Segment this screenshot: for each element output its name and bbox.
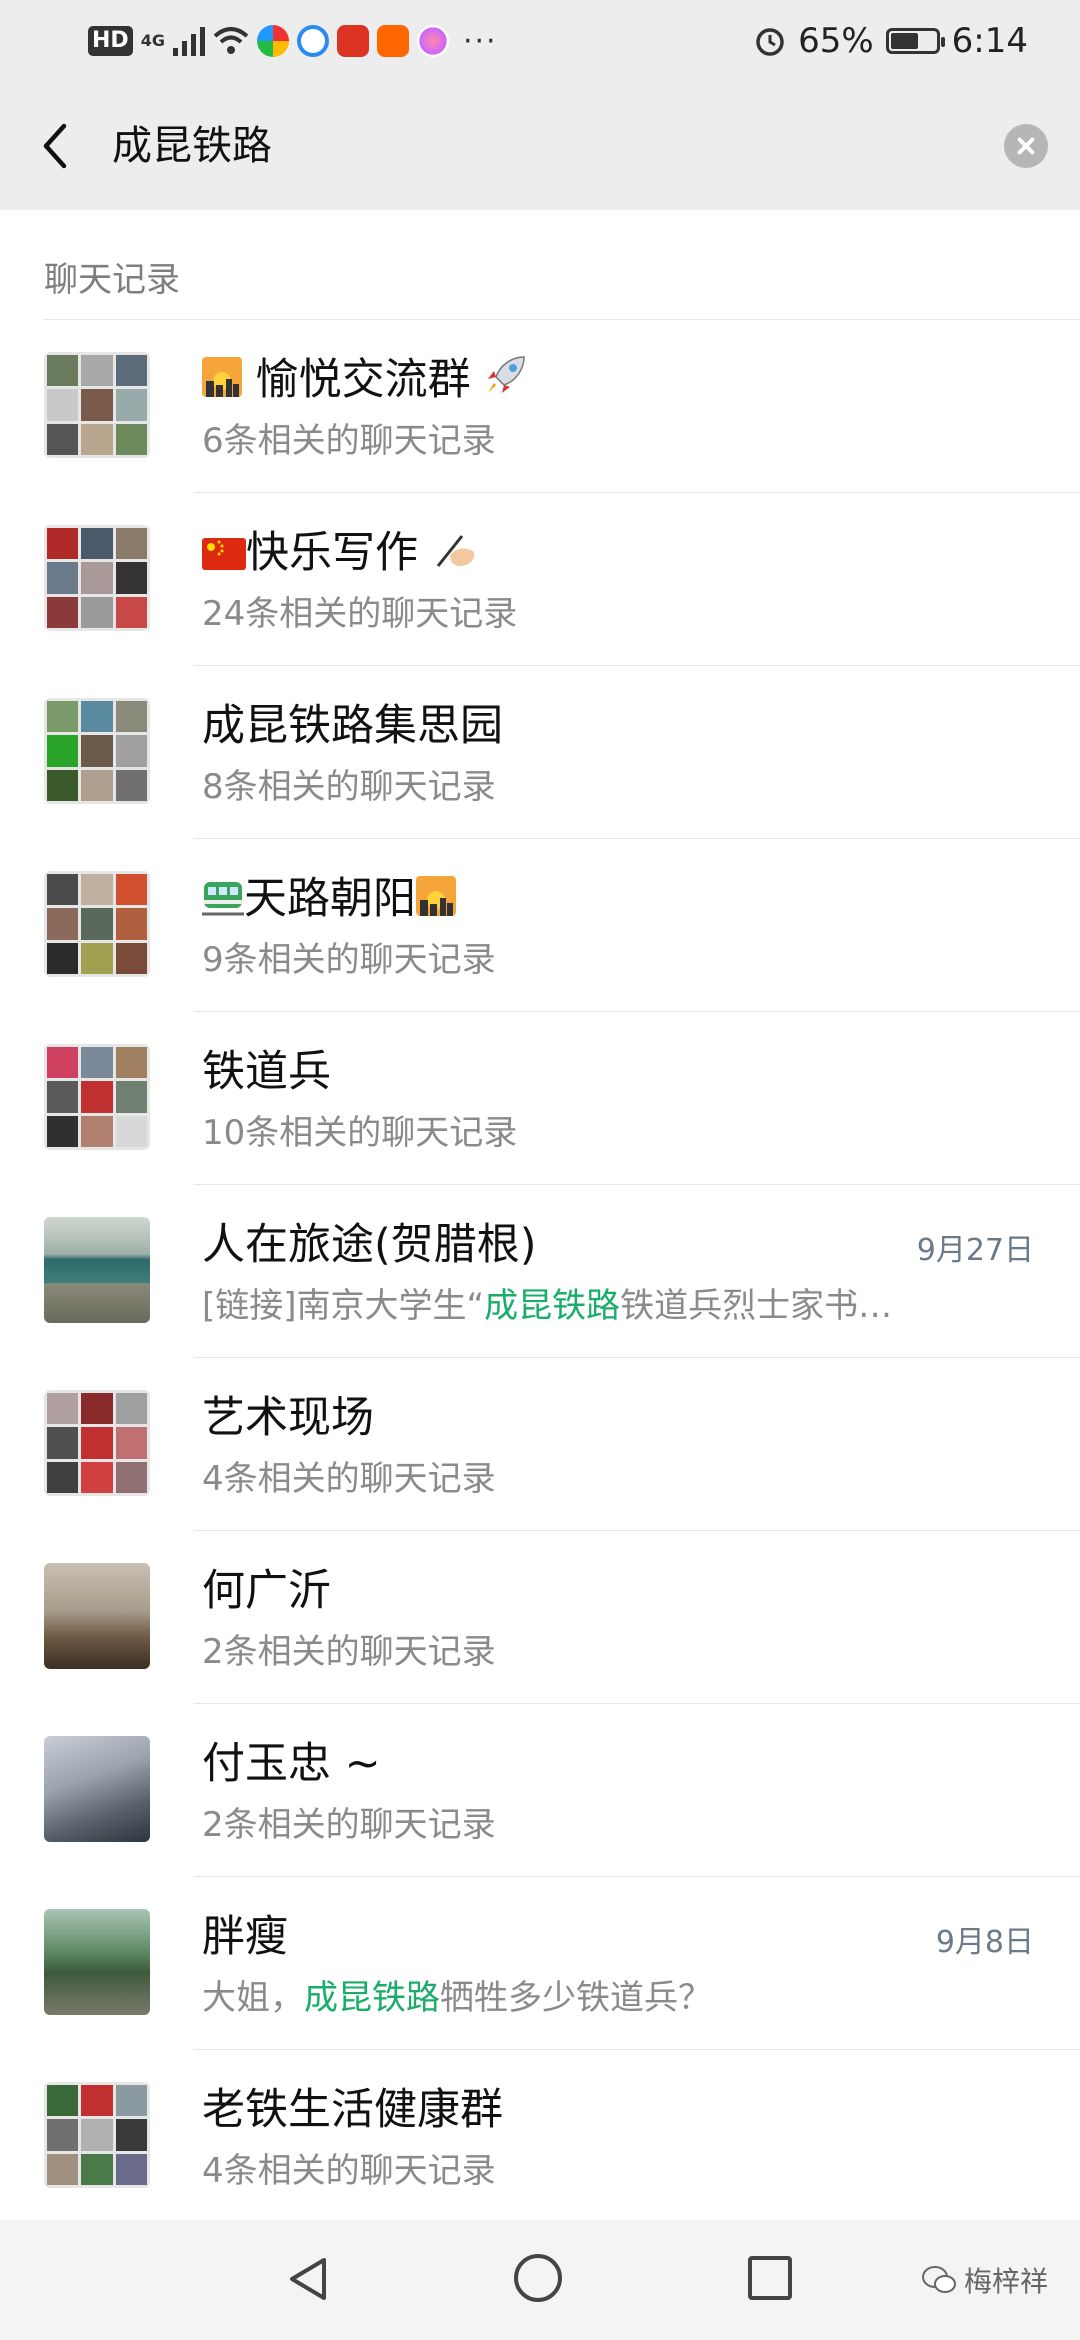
subtitle-prefix: [链接]南京大学生“ <box>202 1286 485 1326</box>
signal-icon <box>172 27 205 56</box>
list-item[interactable]: 付玉忠 ~ 2条相关的聊天记录 <box>0 1704 1080 1877</box>
clock: 6:14 <box>951 21 1028 61</box>
chat-name: 付玉忠 ~ <box>202 1739 381 1789</box>
list-item[interactable]: 何广沂 2条相关的聊天记录 <box>0 1531 1080 1704</box>
chat-subtitle: 4条相关的聊天记录 <box>202 2151 496 2191</box>
more-notifications: ··· <box>462 23 498 59</box>
clear-icon[interactable] <box>1004 124 1048 168</box>
sunrise-icon <box>416 872 456 932</box>
chat-subtitle: 6条相关的聊天记录 <box>202 421 496 461</box>
keyword-highlight: 成昆铁路 <box>304 1978 440 2018</box>
group-avatar <box>44 871 150 977</box>
list-item[interactable]: 艺术现场 4条相关的聊天记录 <box>0 1358 1080 1531</box>
list-item[interactable]: 愉悦交流群 6条相关的聊天记录 <box>0 320 1080 493</box>
status-left: HD 4G ··· <box>88 18 498 64</box>
contact-avatar <box>44 1736 150 1842</box>
wechat-icon <box>921 2266 956 2293</box>
battery-icon <box>885 28 945 54</box>
app-notification-icon-2 <box>296 25 329 57</box>
chat-name-text: 快乐写作 <box>246 528 418 578</box>
chat-name-text: 天路朝阳 <box>244 874 416 924</box>
chat-name: 快乐写作 <box>202 523 480 586</box>
keyword-highlight: 成昆铁路 <box>484 1286 621 1326</box>
chat-name: 老铁生活健康群 <box>202 2085 503 2135</box>
writing-hand-icon <box>432 526 480 586</box>
chat-subtitle: [链接]南京大学生“成昆铁路铁道兵烈士家书… <box>202 1283 892 1329</box>
contact-avatar <box>44 1217 150 1323</box>
battery-fill <box>890 33 918 49</box>
group-avatar <box>44 1390 150 1496</box>
subtitle-suffix: 牺牲多少铁道兵？ <box>440 1978 712 2018</box>
chat-subtitle: 2条相关的聊天记录 <box>202 1632 496 1672</box>
network-type: 4G <box>140 31 165 50</box>
chat-date: 9月8日 <box>935 1925 1034 1960</box>
chat-subtitle: 24条相关的聊天记录 <box>202 594 518 634</box>
contact-avatar <box>44 1909 150 2015</box>
alarm-icon <box>756 28 784 56</box>
result-list: 愉悦交流群 6条相关的聊天记录 快乐写作 24条相关的聊天记录 成昆铁路集思园 … <box>0 320 1080 2223</box>
chat-name: 胖瘦 <box>202 1912 288 1962</box>
group-avatar <box>44 698 150 804</box>
app-notification-icon-4 <box>376 25 409 57</box>
chat-name: 艺术现场 <box>202 1393 374 1443</box>
section-header: 聊天记录 <box>0 210 1080 320</box>
status-bar: HD 4G ··· 65% 6:14 <box>0 0 1080 82</box>
chat-subtitle: 10条相关的聊天记录 <box>202 1113 518 1153</box>
watermark: 梅梓祥 <box>921 2260 1048 2300</box>
chat-name: 铁道兵 <box>202 1047 331 1097</box>
list-item[interactable]: 快乐写作 24条相关的聊天记录 <box>0 493 1080 666</box>
watermark-text: 梅梓祥 <box>963 2265 1048 2298</box>
chat-name: 成昆铁路集思园 <box>202 701 503 751</box>
subtitle-prefix: 大姐， <box>202 1978 304 2018</box>
group-avatar <box>44 2082 150 2188</box>
nav-home-icon[interactable] <box>514 2254 562 2302</box>
chat-name-text: 愉悦交流群 <box>255 355 471 405</box>
chat-subtitle: 8条相关的聊天记录 <box>202 767 496 807</box>
chat-subtitle: 2条相关的聊天记录 <box>202 1805 496 1845</box>
back-arrow-icon[interactable] <box>32 120 84 172</box>
app-notification-icon-1 <box>256 25 289 57</box>
list-item[interactable]: 天路朝阳 9条相关的聊天记录 <box>0 839 1080 1012</box>
hd-badge: HD <box>88 26 133 56</box>
list-item[interactable]: 成昆铁路集思园 8条相关的聊天记录 <box>0 666 1080 839</box>
chat-subtitle: 9条相关的聊天记录 <box>202 940 496 980</box>
app-notification-icon-3 <box>336 25 369 57</box>
list-item[interactable]: 铁道兵 10条相关的聊天记录 <box>0 1012 1080 1185</box>
chat-subtitle: 大姐，成昆铁路牺牲多少铁道兵？ <box>202 1975 712 2021</box>
group-avatar <box>44 1044 150 1150</box>
chat-name: 何广沂 <box>202 1566 331 1616</box>
search-input[interactable]: 成昆铁路 <box>112 118 272 174</box>
search-header: 成昆铁路 <box>0 82 1080 210</box>
train-icon <box>202 872 244 932</box>
rocket-icon <box>484 353 528 413</box>
china-flag-icon <box>202 526 246 586</box>
wifi-icon <box>213 27 249 54</box>
system-nav-bar: 梅梓祥 <box>0 2220 1080 2340</box>
list-item[interactable]: 人在旅途(贺腊根) [链接]南京大学生“成昆铁路铁道兵烈士家书… 9月27日 <box>0 1185 1080 1358</box>
chat-name: 人在旅途(贺腊根) <box>202 1220 537 1270</box>
sunrise-icon <box>202 353 242 413</box>
chat-subtitle: 4条相关的聊天记录 <box>202 1459 496 1499</box>
list-item[interactable]: 老铁生活健康群 4条相关的聊天记录 <box>0 2050 1080 2223</box>
group-avatar <box>44 525 150 631</box>
chat-name: 天路朝阳 <box>202 869 456 932</box>
status-right: 65% 6:14 <box>754 18 1028 64</box>
chat-name: 愉悦交流群 <box>202 350 528 413</box>
app-notification-icon-5 <box>416 25 449 57</box>
section-title: 聊天记录 <box>44 260 180 300</box>
chat-date: 9月27日 <box>916 1233 1034 1268</box>
battery-percent: 65% <box>798 21 874 61</box>
group-avatar <box>44 352 150 458</box>
nav-back-icon[interactable] <box>284 2254 332 2304</box>
list-item[interactable]: 胖瘦 大姐，成昆铁路牺牲多少铁道兵？ 9月8日 <box>0 1877 1080 2050</box>
subtitle-suffix: 铁道兵烈士家书… <box>620 1286 893 1326</box>
contact-avatar <box>44 1563 150 1669</box>
nav-recent-icon[interactable] <box>748 2256 792 2300</box>
